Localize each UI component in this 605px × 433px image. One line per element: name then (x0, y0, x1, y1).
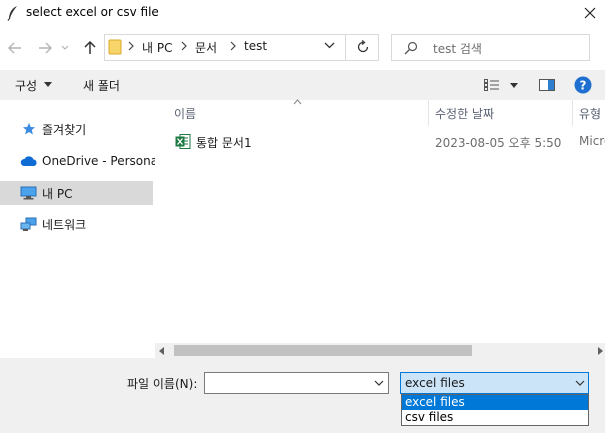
up-button[interactable] (79, 36, 101, 60)
nav-item-label: 네트워크 (42, 217, 87, 232)
computer-icon (20, 186, 37, 200)
chevron-down-icon (44, 82, 52, 87)
breadcrumb-separator-icon (181, 41, 187, 51)
chevron-down-icon (61, 45, 69, 50)
nav-item-quick-access[interactable]: 즐겨찾기 (0, 117, 153, 141)
folder-icon (108, 39, 122, 55)
filter-dropdown-list: excel files csv files (401, 394, 589, 426)
new-folder-label: 새 폴더 (83, 79, 120, 93)
column-header-type[interactable]: 유형 (579, 104, 601, 124)
scroll-left-icon[interactable] (159, 347, 165, 355)
scroll-right-icon[interactable] (598, 347, 604, 355)
nav-item-label: OneDrive - Personal (42, 154, 162, 168)
window-title: select excel or csv file (26, 5, 159, 19)
file-type-filter[interactable]: excel files (400, 372, 589, 394)
forward-button[interactable] (34, 36, 56, 60)
arrow-right-icon (39, 42, 52, 54)
file-modified: 2023-08-05 오후 5:50 (435, 136, 562, 150)
breadcrumb-separator-icon (230, 41, 236, 51)
refresh-icon (357, 40, 369, 53)
breadcrumb-item[interactable]: test (244, 39, 267, 53)
nav-item-this-pc[interactable]: 내 PC (0, 181, 153, 205)
help-button[interactable]: ? (574, 76, 592, 94)
preview-pane-icon (539, 79, 555, 91)
search-input[interactable] (391, 34, 590, 61)
filename-input[interactable] (204, 372, 389, 394)
cloud-icon (20, 155, 38, 167)
filter-option-csv[interactable]: csv files (402, 410, 588, 425)
feather-icon (7, 5, 19, 21)
nav-item-label: 즐겨찾기 (42, 122, 87, 137)
address-history-button[interactable] (324, 42, 335, 49)
filename-label: 파일 이름(N): (127, 377, 198, 391)
nav-item-onedrive[interactable]: OneDrive - Personal (0, 149, 161, 173)
nav-item-network[interactable]: 네트워크 (0, 212, 153, 236)
recent-locations-button[interactable] (58, 36, 72, 60)
close-button[interactable] (574, 0, 605, 26)
column-divider[interactable] (428, 100, 429, 126)
file-name: 통합 문서1 (196, 136, 252, 150)
preview-pane-button[interactable] (539, 79, 555, 91)
pin-star-icon (22, 122, 36, 136)
organize-button[interactable]: 구성 (15, 77, 37, 94)
arrow-up-icon (84, 41, 96, 54)
new-folder-button[interactable]: 새 폴더 (83, 77, 120, 94)
chevron-down-icon (324, 42, 335, 49)
file-row[interactable]: 통합 문서1 2023-08-05 오후 5:50 Micro (160, 131, 605, 153)
sort-ascending-icon (293, 99, 302, 105)
chevron-down-icon[interactable] (575, 380, 585, 386)
svg-text:?: ? (580, 79, 587, 93)
search-icon (404, 41, 418, 55)
help-icon: ? (574, 76, 592, 94)
column-divider[interactable] (572, 100, 573, 126)
breadcrumb-item[interactable]: 문서 (195, 39, 217, 56)
view-options-button[interactable] (484, 79, 518, 91)
scrollbar-thumb[interactable] (174, 345, 472, 356)
divider (345, 35, 346, 60)
network-icon (20, 217, 37, 232)
organize-label: 구성 (15, 79, 38, 93)
nav-item-label: 내 PC (42, 186, 73, 201)
close-icon (584, 7, 595, 19)
filter-option-excel[interactable]: excel files (402, 395, 588, 410)
back-button[interactable] (4, 36, 26, 60)
filter-selected-value: excel files (405, 376, 465, 390)
file-type: Micro (579, 134, 605, 148)
breadcrumb-separator-icon (128, 41, 134, 51)
chevron-down-icon[interactable] (374, 380, 384, 386)
details-view-icon (484, 79, 518, 91)
column-header-modified[interactable]: 수정한 날짜 (435, 104, 494, 124)
arrow-left-icon (8, 42, 21, 54)
search-placeholder: test 검색 (433, 42, 482, 56)
excel-file-icon (175, 134, 191, 149)
column-header-name[interactable]: 이름 (174, 104, 196, 124)
breadcrumb-item[interactable]: 내 PC (142, 39, 172, 56)
refresh-button[interactable] (356, 40, 370, 54)
